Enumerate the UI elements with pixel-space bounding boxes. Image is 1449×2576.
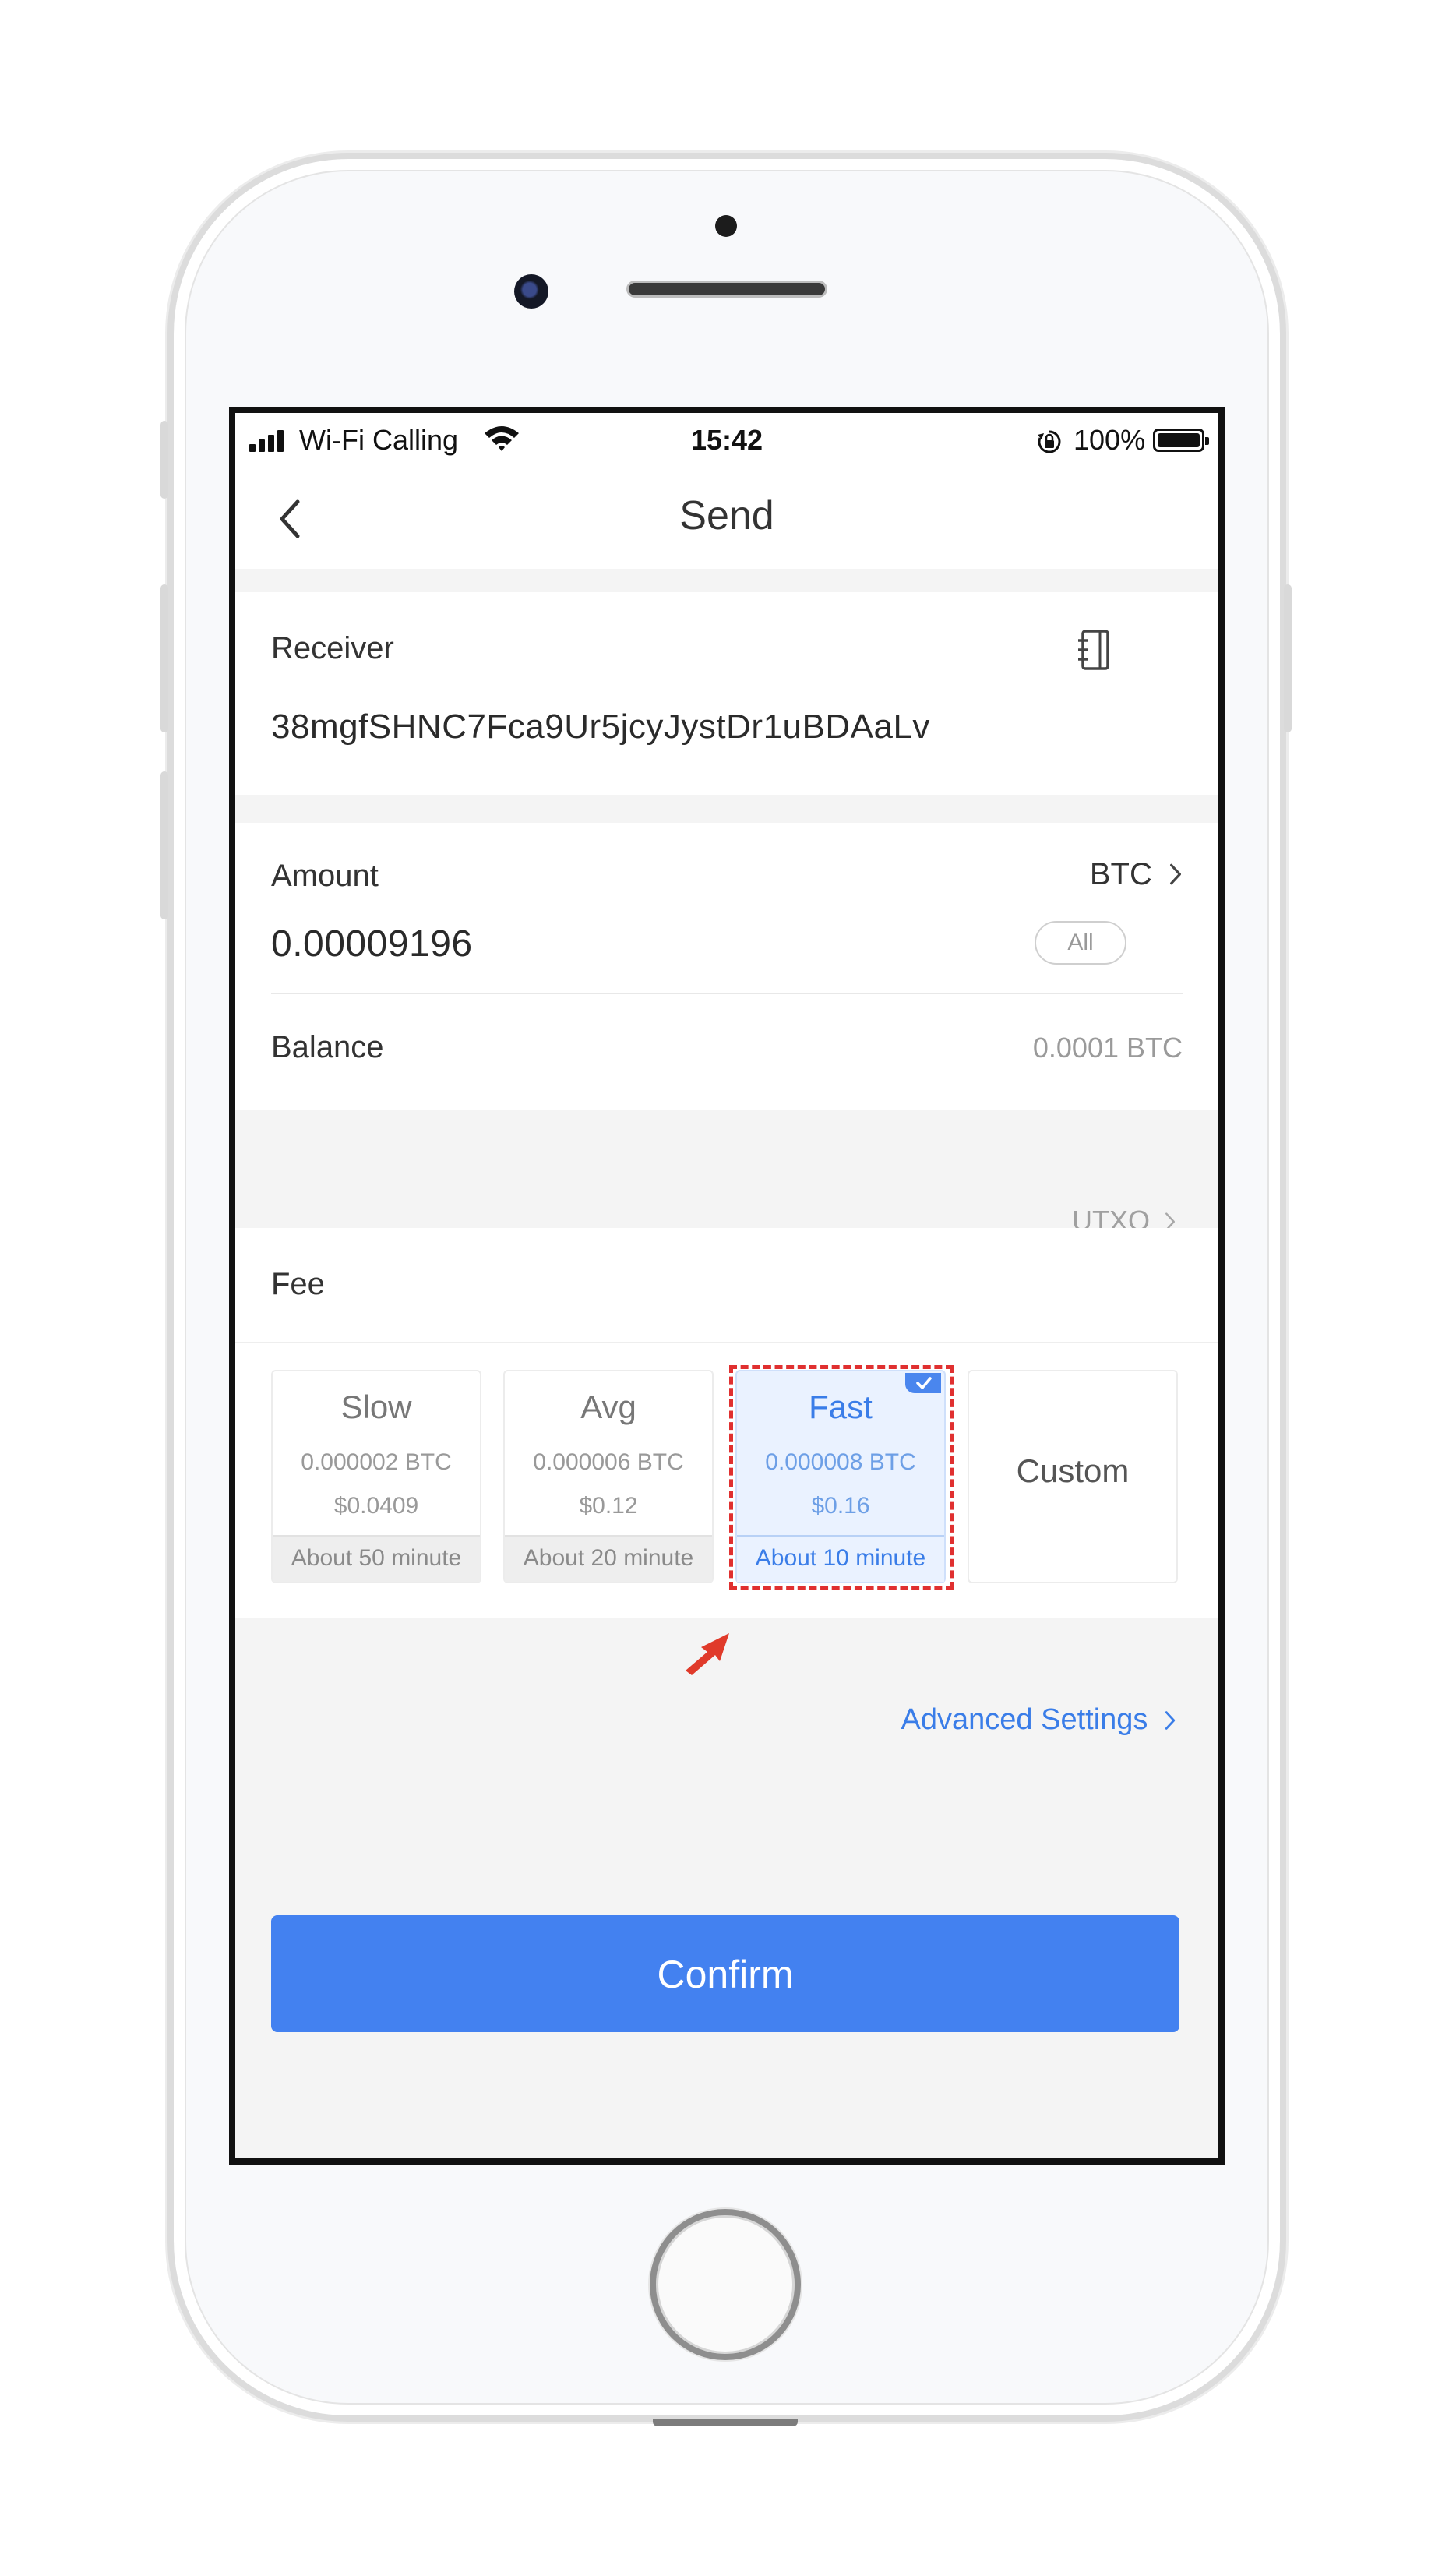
amount-label: Amount xyxy=(271,859,379,893)
receiver-label: Receiver xyxy=(271,631,394,665)
chevron-right-icon xyxy=(1170,863,1181,885)
battery-icon xyxy=(1153,429,1209,452)
nav-bar: Send xyxy=(235,468,1218,569)
home-button[interactable] xyxy=(650,2209,801,2360)
fee-options: Slow 0.000002 BTC $0.0409 About 50 minut… xyxy=(271,1365,1179,1590)
fee-option-slow[interactable]: Slow 0.000002 BTC $0.0409 About 50 minut… xyxy=(271,1370,481,1583)
fee-option-eta: About 20 minute xyxy=(505,1535,712,1582)
fee-option-usd: $0.0409 xyxy=(333,1493,419,1519)
mute-switch xyxy=(160,421,168,499)
all-button-label: All xyxy=(1067,930,1094,955)
currency-selector[interactable]: BTC xyxy=(1090,857,1183,892)
address-book-icon[interactable] xyxy=(1077,630,1111,670)
fee-option-avg[interactable]: Avg 0.000006 BTC $0.12 About 20 minute xyxy=(503,1370,714,1583)
status-bar: Wi-Fi Calling 15:42 100% xyxy=(235,413,1218,468)
fee-option-name: Avg xyxy=(580,1389,636,1425)
app-screen: Wi-Fi Calling 15:42 100% Send Receiver 3… xyxy=(229,407,1225,2165)
earpiece-speaker xyxy=(626,281,827,298)
chevron-right-icon xyxy=(1165,1711,1176,1730)
receiver-section: Receiver 38mgfSHNC7Fca9Ur5jcyJystDr1uBDA… xyxy=(235,592,1218,795)
fee-option-custom[interactable]: Custom xyxy=(968,1370,1178,1583)
highlight-box xyxy=(729,1365,954,1590)
fee-option-btc: 0.000002 BTC xyxy=(301,1449,452,1475)
balance-value: 0.0001 BTC xyxy=(1032,1032,1183,1064)
amount-input[interactable]: 0.00009196 xyxy=(271,923,473,965)
page-title: Send xyxy=(679,493,774,538)
advanced-settings-link[interactable]: Advanced Settings xyxy=(901,1703,1176,1737)
clock: 15:42 xyxy=(690,424,763,456)
all-button[interactable]: All xyxy=(1035,921,1126,965)
fee-option-usd: $0.12 xyxy=(579,1493,638,1519)
amount-divider xyxy=(271,993,1183,994)
proximity-sensor xyxy=(715,215,737,237)
fee-option-name: Custom xyxy=(1016,1452,1130,1489)
balance-label: Balance xyxy=(271,1030,384,1064)
receiver-address[interactable]: 38mgfSHNC7Fca9Ur5jcyJystDr1uBDAaLv xyxy=(271,708,930,746)
advanced-settings-label: Advanced Settings xyxy=(901,1703,1148,1736)
rotation-lock-icon xyxy=(1038,430,1061,453)
power-button xyxy=(1284,584,1292,732)
front-camera xyxy=(514,274,548,309)
fee-divider xyxy=(235,1342,1218,1343)
fee-label: Fee xyxy=(271,1267,325,1301)
volume-down-button xyxy=(160,771,168,919)
fee-option-name: Slow xyxy=(340,1389,412,1425)
fee-option-eta: About 50 minute xyxy=(273,1535,480,1582)
currency-label: BTC xyxy=(1089,857,1152,891)
fee-option-btc: 0.000006 BTC xyxy=(533,1449,684,1475)
pointer-arrow-icon xyxy=(686,1633,729,1675)
phone-bottom-edge xyxy=(653,2419,798,2426)
fee-section: Fee Slow 0.000002 BTC $0.0409 About 50 m… xyxy=(235,1228,1218,1618)
volume-up-button xyxy=(160,584,168,732)
confirm-button[interactable]: Confirm xyxy=(271,1915,1179,2032)
battery-percent: 100% xyxy=(1074,424,1146,456)
amount-section: Amount BTC 0.00009196 All Balance 0.0001… xyxy=(235,823,1218,1110)
